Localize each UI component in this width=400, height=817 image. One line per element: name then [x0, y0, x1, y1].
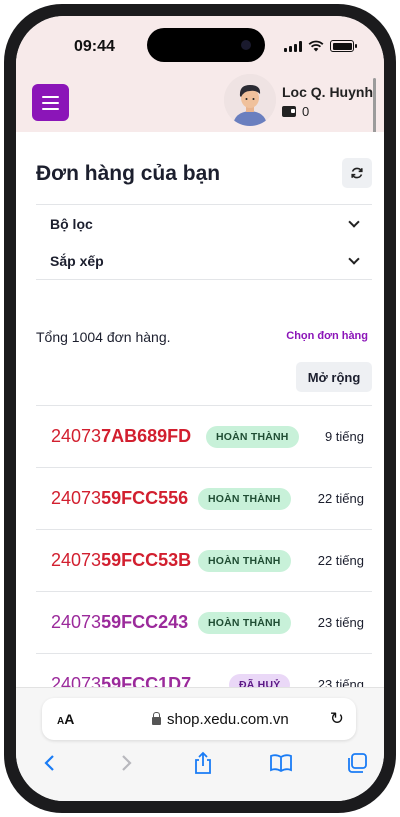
camera-icon — [241, 40, 251, 50]
order-id-prefix: 24073 — [51, 550, 102, 570]
avatar[interactable] — [224, 74, 276, 126]
order-id-prefix: 24073 — [51, 612, 102, 632]
status-icons — [284, 40, 357, 52]
refresh-icon — [351, 167, 363, 179]
order-id-link[interactable]: 240737AB689FD — [51, 426, 191, 447]
divider — [36, 279, 372, 280]
phone-screen: 09:44 Loc Q. Huynh 0 Đơn hàng của bạn Bộ… — [16, 16, 384, 801]
browser-toolbar: AA shop.xedu.com.vn ↻ — [16, 687, 384, 801]
wifi-icon — [308, 40, 324, 52]
status-time: 09:44 — [74, 38, 115, 55]
back-icon[interactable] — [34, 748, 64, 778]
share-icon[interactable] — [188, 748, 218, 778]
wallet-icon — [282, 106, 296, 117]
battery-icon — [330, 40, 357, 52]
tabs-icon[interactable] — [342, 748, 372, 778]
select-orders-link[interactable]: Chọn đơn hàng — [286, 330, 368, 342]
expand-button[interactable]: Mở rộng — [296, 362, 372, 392]
order-row[interactable]: 2407359FCC556 HOÀN THÀNH 22 tiếng — [36, 467, 372, 529]
status-badge: HOÀN THÀNH — [198, 549, 291, 572]
refresh-button[interactable] — [342, 158, 372, 188]
order-id-prefix: 24073 — [51, 488, 102, 508]
orders-page: Đơn hàng của bạn Bộ lọc Sắp xếp Tổng 100 — [16, 132, 384, 702]
bookmarks-icon[interactable] — [266, 748, 296, 778]
filter-label: Bộ lọc — [50, 215, 93, 232]
text-size-button[interactable]: AA — [57, 711, 74, 727]
url-display[interactable]: shop.xedu.com.vn — [152, 711, 289, 728]
status-badge: HOÀN THÀNH — [206, 425, 299, 448]
order-id-suffix: 7AB689FD — [101, 426, 192, 446]
hamburger-icon — [42, 95, 59, 98]
order-id-suffix: 59FCC53B — [101, 550, 192, 570]
signal-icon — [284, 40, 302, 52]
wallet-balance[interactable]: 0 — [282, 104, 309, 119]
forward-icon[interactable] — [112, 748, 142, 778]
total-orders-text: Tổng 1004 đơn hàng. — [36, 329, 171, 345]
order-id-prefix: 24073 — [51, 426, 102, 446]
user-name: Loc Q. Huynh — [282, 84, 373, 100]
order-id-suffix: 59FCC243 — [101, 612, 189, 632]
phone-frame: 09:44 Loc Q. Huynh 0 Đơn hàng của bạn Bộ… — [4, 4, 396, 813]
order-row[interactable]: 240737AB689FD HOÀN THÀNH 9 tiếng — [36, 405, 372, 467]
order-age: 9 tiếng — [324, 429, 364, 444]
address-bar[interactable]: AA shop.xedu.com.vn ↻ — [42, 698, 356, 740]
status-badge: HOÀN THÀNH — [198, 487, 291, 510]
order-age: 23 tiếng — [317, 615, 364, 630]
dynamic-island — [147, 28, 265, 62]
order-id-link[interactable]: 2407359FCC556 — [51, 488, 188, 509]
order-id-suffix: 59FCC556 — [101, 488, 189, 508]
chevron-down-icon — [348, 215, 360, 228]
avatar-illustration — [224, 74, 276, 126]
order-id-link[interactable]: 2407359FCC243 — [51, 612, 188, 633]
order-age: 22 tiếng — [317, 491, 364, 506]
menu-button[interactable] — [32, 84, 69, 121]
lock-icon — [152, 711, 161, 725]
order-id-link[interactable]: 2407359FCC53B — [51, 550, 191, 571]
reload-icon[interactable]: ↻ — [330, 709, 344, 729]
chevron-down-icon — [348, 252, 360, 265]
order-row[interactable]: 2407359FCC53B HOÀN THÀNH 22 tiếng — [36, 529, 372, 591]
status-badge: HOÀN THÀNH — [198, 611, 291, 634]
filter-accordion[interactable]: Bộ lọc — [36, 205, 372, 242]
browser-nav — [16, 748, 384, 784]
sort-accordion[interactable]: Sắp xếp — [36, 242, 372, 279]
status-bar: 09:44 — [16, 16, 384, 74]
sort-label: Sắp xếp — [50, 252, 104, 269]
page-title: Đơn hàng của bạn — [36, 162, 221, 185]
order-row[interactable]: 2407359FCC243 HOÀN THÀNH 23 tiếng — [36, 591, 372, 653]
url-text: shop.xedu.com.vn — [167, 710, 289, 728]
order-age: 22 tiếng — [317, 553, 364, 568]
wallet-balance-value: 0 — [302, 104, 310, 119]
app-header: Loc Q. Huynh 0 — [16, 74, 384, 132]
